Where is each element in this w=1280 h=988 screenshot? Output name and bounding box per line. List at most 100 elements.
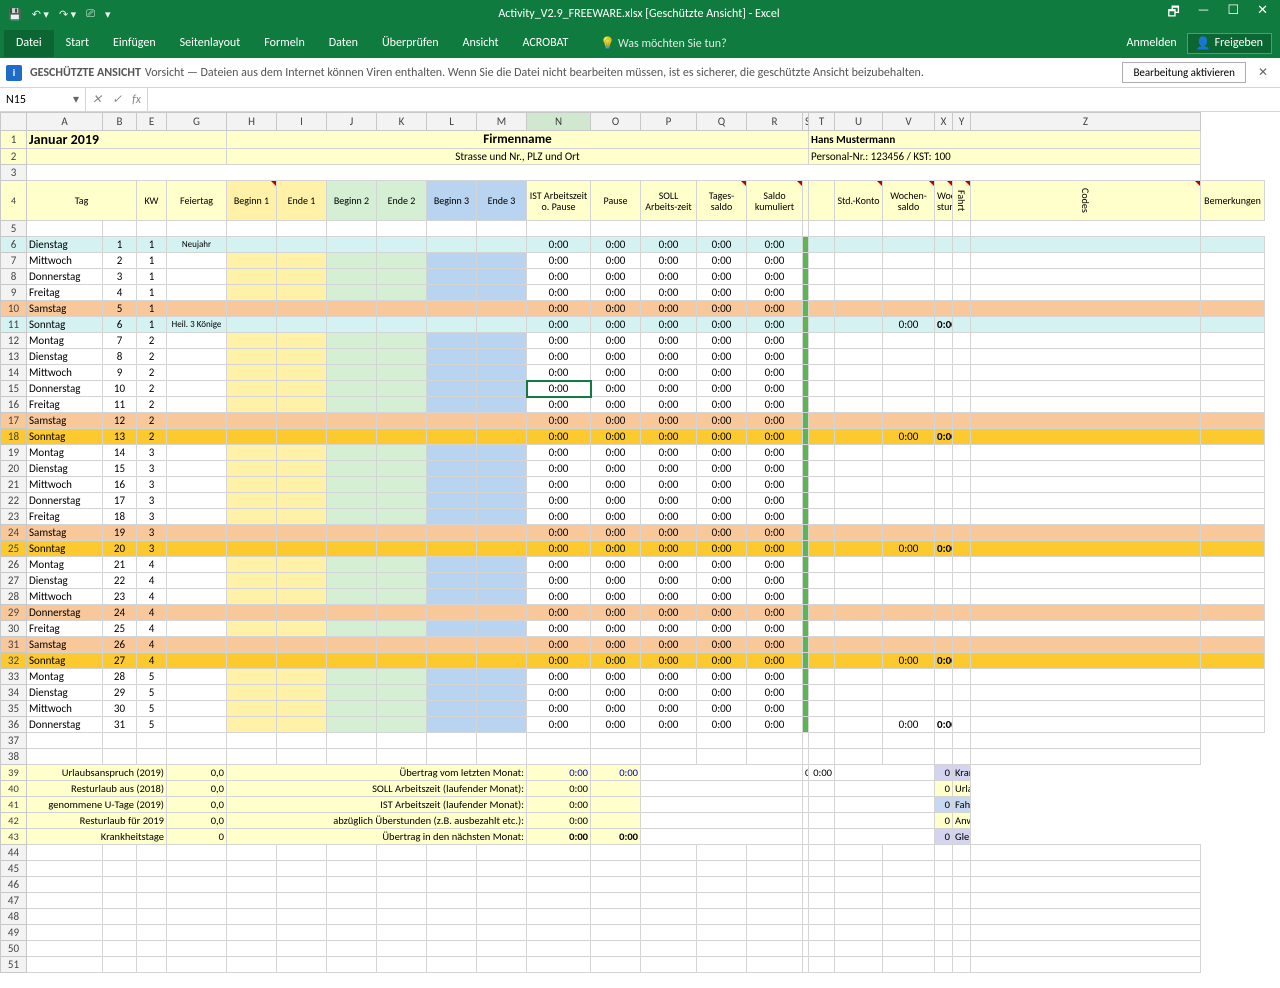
- row-header[interactable]: 24: [1, 525, 27, 541]
- col-header[interactable]: [1, 113, 27, 131]
- row-header[interactable]: 1: [1, 131, 27, 149]
- row-header[interactable]: 28: [1, 589, 27, 605]
- row-header[interactable]: 13: [1, 349, 27, 365]
- ribbon-opts-icon[interactable]: 🗗: [1167, 3, 1179, 25]
- tab-seitenlayout[interactable]: Seitenlayout: [168, 30, 253, 57]
- row-header[interactable]: 5: [1, 221, 27, 237]
- undo-icon[interactable]: ↶ ▾: [32, 8, 49, 21]
- row-header[interactable]: 29: [1, 605, 27, 621]
- row-header[interactable]: 4: [1, 181, 27, 221]
- name-box[interactable]: N15▾: [0, 88, 86, 111]
- enter-icon[interactable]: ✓: [112, 92, 122, 107]
- minimize-icon[interactable]: —: [1198, 3, 1210, 25]
- row-header[interactable]: 7: [1, 253, 27, 269]
- row-header[interactable]: 35: [1, 701, 27, 717]
- row-header[interactable]: 3: [1, 165, 27, 181]
- col-header[interactable]: L: [427, 113, 477, 131]
- formula-bar[interactable]: [147, 88, 1280, 111]
- col-header[interactable]: T: [809, 113, 835, 131]
- col-header[interactable]: G: [167, 113, 227, 131]
- row-header[interactable]: 9: [1, 285, 27, 301]
- row-header[interactable]: 2: [1, 149, 27, 165]
- cancel-icon[interactable]: ✕: [92, 92, 102, 107]
- row-header[interactable]: 34: [1, 685, 27, 701]
- row-header[interactable]: 50: [1, 941, 27, 957]
- col-header[interactable]: J: [327, 113, 377, 131]
- row-header[interactable]: 41: [1, 797, 27, 813]
- row-header[interactable]: 42: [1, 813, 27, 829]
- close-icon[interactable]: ✕: [1257, 3, 1268, 25]
- enable-editing-button[interactable]: Bearbeitung aktivieren: [1122, 62, 1246, 83]
- row-header[interactable]: 30: [1, 621, 27, 637]
- tab-acrobat[interactable]: ACROBAT: [511, 30, 581, 57]
- fx-icon[interactable]: fx: [132, 93, 141, 107]
- row-header[interactable]: 8: [1, 269, 27, 285]
- row-header[interactable]: 47: [1, 893, 27, 909]
- tellme[interactable]: 💡 Was möchten Sie tun?: [588, 30, 738, 57]
- tab-start[interactable]: Start: [54, 30, 101, 57]
- row-header[interactable]: 22: [1, 493, 27, 509]
- row-header[interactable]: 31: [1, 637, 27, 653]
- row-header[interactable]: 21: [1, 477, 27, 493]
- row-header[interactable]: 49: [1, 925, 27, 941]
- row-header[interactable]: 45: [1, 861, 27, 877]
- col-header[interactable]: O: [591, 113, 641, 131]
- col-header[interactable]: I: [277, 113, 327, 131]
- row-header[interactable]: 10: [1, 301, 27, 317]
- row-header[interactable]: 14: [1, 365, 27, 381]
- row-header[interactable]: 6: [1, 237, 27, 253]
- row-header[interactable]: 11: [1, 317, 27, 333]
- col-header[interactable]: E: [137, 113, 167, 131]
- col-header[interactable]: M: [477, 113, 527, 131]
- row-header[interactable]: 48: [1, 909, 27, 925]
- maximize-icon[interactable]: ☐: [1227, 3, 1239, 25]
- tab-einfuegen[interactable]: Einfügen: [101, 30, 168, 57]
- col-header[interactable]: A: [27, 113, 103, 131]
- col-header[interactable]: S: [803, 113, 809, 131]
- qat-more-icon[interactable]: ▾: [105, 8, 111, 21]
- row-header[interactable]: 17: [1, 413, 27, 429]
- col-header[interactable]: H: [227, 113, 277, 131]
- row-header[interactable]: 51: [1, 957, 27, 973]
- freigeben-button[interactable]: 👤 Freigeben: [1187, 33, 1272, 54]
- tab-datei[interactable]: Datei: [4, 30, 54, 57]
- col-header[interactable]: Z: [971, 113, 1201, 131]
- row-header[interactable]: 23: [1, 509, 27, 525]
- col-header[interactable]: P: [641, 113, 697, 131]
- row-header[interactable]: 19: [1, 445, 27, 461]
- col-header[interactable]: Y: [953, 113, 971, 131]
- col-header[interactable]: B: [103, 113, 137, 131]
- col-header[interactable]: X: [935, 113, 953, 131]
- tab-daten[interactable]: Daten: [317, 30, 370, 57]
- row-header[interactable]: 16: [1, 397, 27, 413]
- row-header[interactable]: 44: [1, 845, 27, 861]
- col-header[interactable]: U: [835, 113, 883, 131]
- protected-close-icon[interactable]: ✕: [1252, 65, 1274, 80]
- row-header[interactable]: 32: [1, 653, 27, 669]
- row-header[interactable]: 33: [1, 669, 27, 685]
- col-header[interactable]: Q: [697, 113, 747, 131]
- row-header[interactable]: 25: [1, 541, 27, 557]
- row-header[interactable]: 20: [1, 461, 27, 477]
- tab-formeln[interactable]: Formeln: [252, 30, 316, 57]
- row-header[interactable]: 39: [1, 765, 27, 781]
- tab-ansicht[interactable]: Ansicht: [451, 30, 511, 57]
- redo-icon[interactable]: ↷ ▾: [59, 8, 76, 21]
- row-header[interactable]: 18: [1, 429, 27, 445]
- save-icon[interactable]: 💾: [8, 8, 22, 21]
- tab-ueberpruefen[interactable]: Überprüfen: [370, 30, 451, 57]
- row-header[interactable]: 36: [1, 717, 27, 733]
- row-header[interactable]: 40: [1, 781, 27, 797]
- worksheet[interactable]: ABEGHIJKLMNOPQRSTUVXYZ 1Januar 2019Firme…: [0, 112, 1280, 988]
- row-header[interactable]: 46: [1, 877, 27, 893]
- row-header[interactable]: 12: [1, 333, 27, 349]
- col-header[interactable]: R: [747, 113, 803, 131]
- row-header[interactable]: 43: [1, 829, 27, 845]
- col-header[interactable]: K: [377, 113, 427, 131]
- anmelden-link[interactable]: Anmelden: [1127, 36, 1177, 50]
- col-header[interactable]: V: [883, 113, 935, 131]
- row-header[interactable]: 37: [1, 733, 27, 749]
- touch-icon[interactable]: ⎚: [86, 7, 95, 21]
- row-header[interactable]: 38: [1, 749, 27, 765]
- row-header[interactable]: 15: [1, 381, 27, 397]
